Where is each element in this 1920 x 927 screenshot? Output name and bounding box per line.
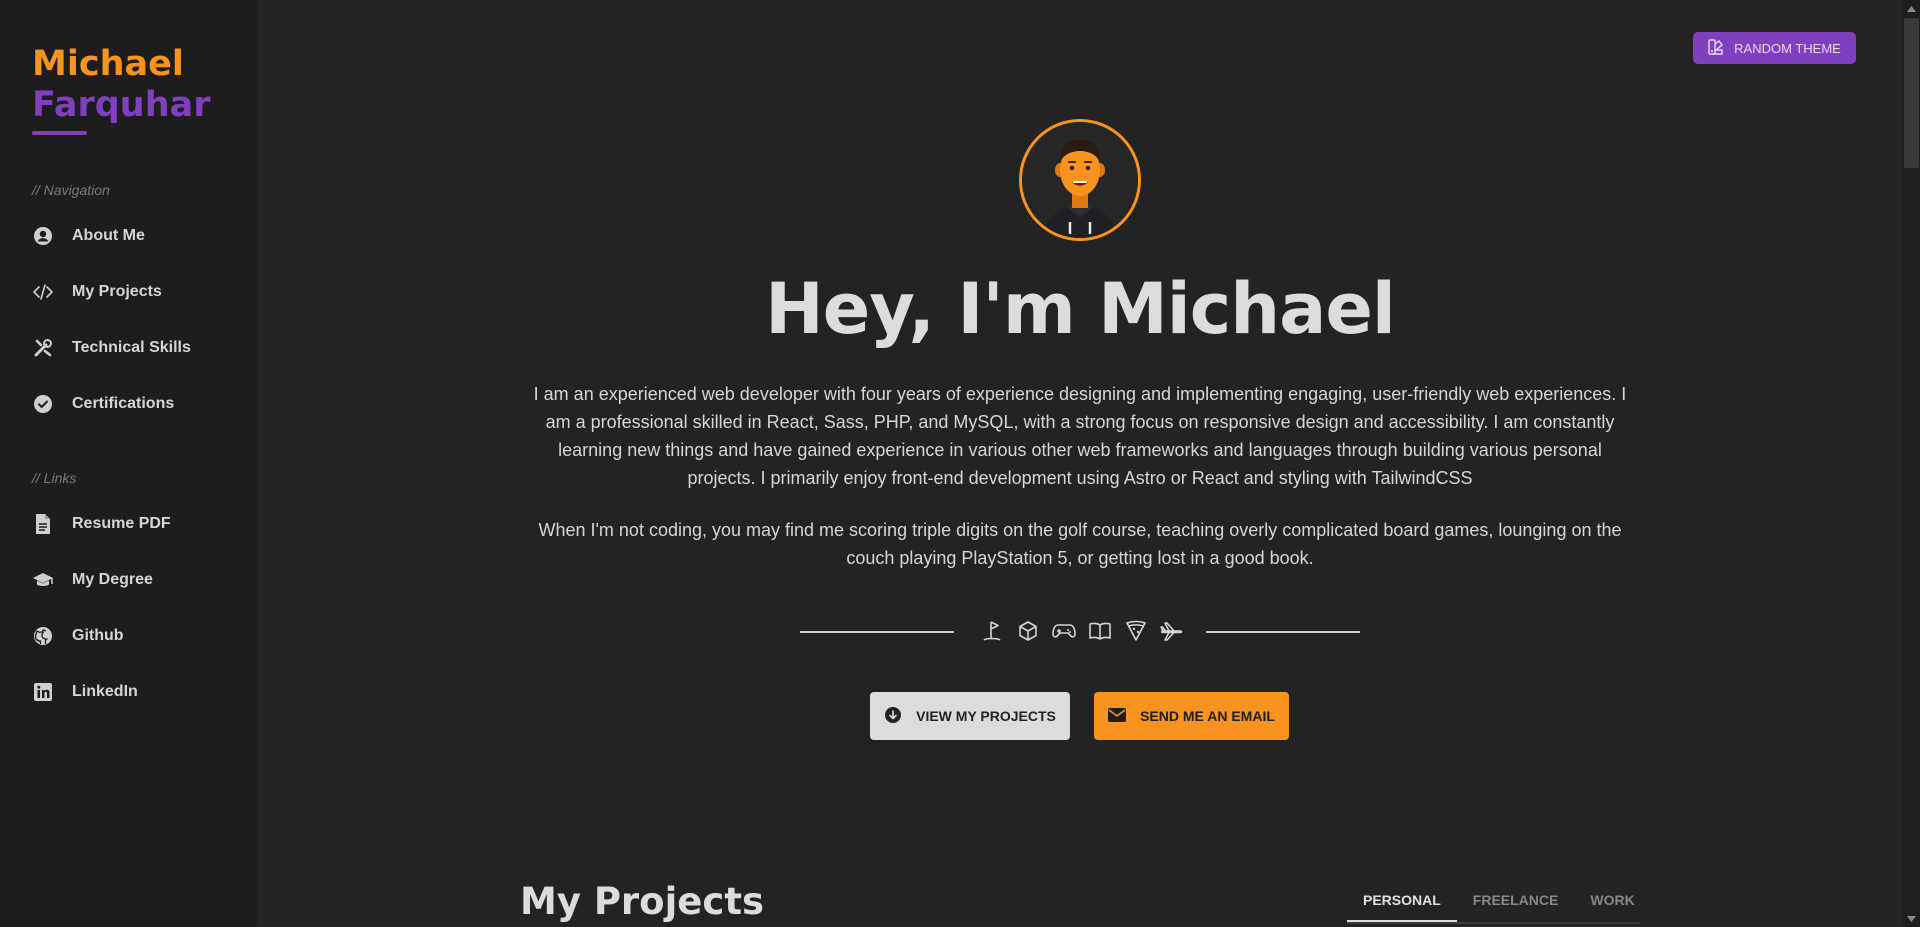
site-logo-name[interactable]: Michael Farquhar xyxy=(32,44,211,126)
links-section-label: // Links xyxy=(32,470,77,486)
link-label: LinkedIn xyxy=(72,683,138,700)
scroll-up-arrow-icon[interactable] xyxy=(1903,0,1920,17)
link-linkedin[interactable]: LinkedIn xyxy=(32,678,138,706)
tab-personal[interactable]: PERSONAL xyxy=(1347,888,1457,922)
random-theme-button[interactable]: RANDOM THEME xyxy=(1693,32,1856,64)
link-label: Github xyxy=(72,627,124,644)
tools-icon xyxy=(32,337,54,359)
link-label: My Degree xyxy=(72,571,153,588)
nav-item-my-projects[interactable]: My Projects xyxy=(32,278,162,306)
check-badge-icon xyxy=(32,393,54,415)
link-my-degree[interactable]: My Degree xyxy=(32,566,153,594)
airplane-icon xyxy=(1160,619,1184,643)
nav-item-label: Technical Skills xyxy=(72,339,191,356)
brand-underline xyxy=(32,131,87,135)
graduation-cap-icon xyxy=(32,569,54,591)
gamepad-icon xyxy=(1052,619,1076,643)
hero-intro-paragraph: I am an experienced web developer with f… xyxy=(533,384,1627,488)
nav-item-certifications[interactable]: Certifications xyxy=(32,390,174,418)
github-icon xyxy=(32,625,54,647)
linkedin-icon xyxy=(32,681,54,703)
random-theme-label: RANDOM THEME xyxy=(1734,40,1841,56)
arrow-down-circle-icon xyxy=(884,706,902,727)
send-email-button[interactable]: SEND ME AN EMAIL xyxy=(1094,692,1289,740)
book-icon xyxy=(1088,619,1112,643)
scrollbar-thumb[interactable] xyxy=(1904,18,1919,168)
profile-avatar xyxy=(1019,119,1141,241)
link-github[interactable]: Github xyxy=(32,622,124,650)
hobby-icons xyxy=(980,619,1184,643)
send-email-label: SEND ME AN EMAIL xyxy=(1140,708,1275,724)
nav-item-about-me[interactable]: About Me xyxy=(32,222,145,250)
link-label: Resume PDF xyxy=(72,515,171,532)
envelope-icon xyxy=(1108,707,1127,725)
user-circle-icon xyxy=(32,225,54,247)
tab-freelance[interactable]: FREELANCE xyxy=(1457,888,1575,922)
page-scrollbar[interactable] xyxy=(1903,0,1920,927)
scroll-down-arrow-icon[interactable] xyxy=(1903,910,1920,927)
nav-item-label: About Me xyxy=(72,227,145,244)
view-projects-label: VIEW MY PROJECTS xyxy=(916,708,1056,724)
first-name: Michael xyxy=(32,44,184,84)
box-icon xyxy=(1016,619,1040,643)
nav-item-label: My Projects xyxy=(72,283,162,300)
hobby-divider-right xyxy=(1206,631,1360,633)
projects-section-title: My Projects xyxy=(520,880,765,923)
hobby-divider-left xyxy=(800,631,954,633)
palette-icon xyxy=(1708,38,1724,58)
nav-item-technical-skills[interactable]: Technical Skills xyxy=(32,334,191,362)
pizza-icon xyxy=(1124,619,1148,643)
hero-title: Hey, I'm Michael xyxy=(765,268,1396,350)
nav-item-label: Certifications xyxy=(72,395,175,412)
last-name: Farquhar xyxy=(32,85,211,125)
tab-work[interactable]: WORK xyxy=(1574,888,1650,922)
view-projects-button[interactable]: VIEW MY PROJECTS xyxy=(870,692,1070,740)
navigation-section-label: // Navigation xyxy=(32,182,110,198)
sidebar: Michael Farquhar // Navigation About Me … xyxy=(0,0,257,927)
golf-flag-icon xyxy=(980,619,1004,643)
hero-hobbies-paragraph: When I'm not coding, you may find me sco… xyxy=(538,520,1622,568)
link-resume-pdf[interactable]: Resume PDF xyxy=(32,510,171,538)
code-icon xyxy=(32,281,54,303)
document-icon xyxy=(32,513,54,535)
project-tabs: PERSONAL FREELANCE WORK xyxy=(1347,888,1640,924)
